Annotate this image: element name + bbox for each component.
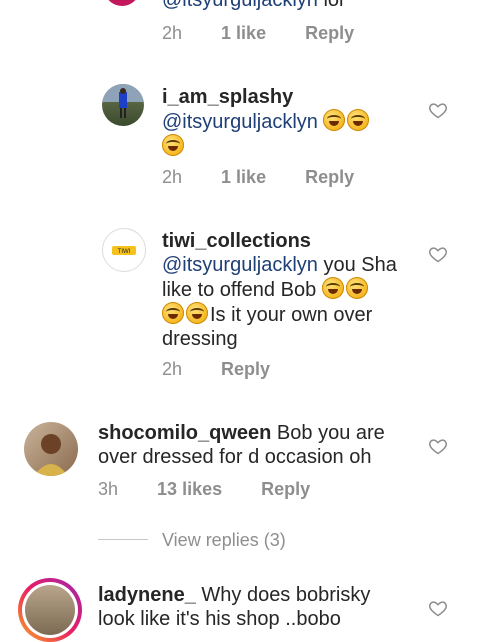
reply-button[interactable]: Reply [305, 167, 354, 187]
laugh-emoji-icon [345, 277, 368, 299]
likes-count[interactable]: 1 like [221, 23, 266, 43]
heart-outline-icon[interactable] [428, 436, 448, 456]
avatar[interactable] [102, 84, 144, 126]
comment-meta: 2h 1 like Reply [162, 23, 388, 44]
comment-item: TIWI tiwi_collections @itsyurguljacklyn … [0, 224, 480, 394]
avatar[interactable]: TIWI [102, 228, 146, 272]
laugh-emoji-icon [162, 302, 184, 324]
timestamp: 2h [162, 167, 183, 187]
story-ring-inner [22, 582, 78, 638]
laugh-emoji-icon [321, 277, 344, 299]
comment-item: shocomilo_qween Bob you are over dressed… [0, 416, 480, 516]
mention-link[interactable]: @itsyurguljacklyn [162, 0, 318, 11]
timestamp: 3h [98, 479, 119, 499]
heart-outline-icon[interactable] [428, 244, 448, 264]
heart-outline-icon[interactable] [428, 598, 448, 618]
timestamp: 2h [162, 23, 183, 43]
mention-link[interactable]: @itsyurguljacklyn [162, 111, 318, 133]
comment-meta: 2h 1 like Reply [162, 167, 388, 188]
comment-body: lol [317, 0, 344, 11]
comment-body: Is it your own over [210, 304, 373, 326]
comment-item: i_am_splashy @itsyurguljacklyn 2h 1 like… [0, 80, 480, 200]
comment-body: you Sha [317, 254, 397, 276]
comment-meta: 3h 13 likes Reply [98, 479, 344, 500]
avatar[interactable] [104, 0, 140, 6]
comment-body: like to offend Bob [162, 279, 317, 301]
avatar-image: TIWI [112, 246, 136, 255]
comment-text: @itsyurguljacklyn lol [162, 0, 344, 12]
comment-item: ladynene_ Why does bobrisky look like it… [0, 578, 480, 642]
reply-button[interactable]: Reply [261, 479, 310, 499]
username[interactable]: i_am_splashy [162, 86, 293, 108]
avatar-image [102, 84, 144, 118]
laugh-emoji-icon [347, 109, 370, 131]
comment-text: tiwi_collections @itsyurguljacklyn you S… [162, 229, 397, 351]
laugh-emoji-icon [162, 134, 184, 156]
replies-divider [98, 539, 148, 540]
timestamp: 2h [162, 359, 183, 379]
laugh-emoji-icon [323, 109, 346, 131]
comment-text: shocomilo_qween Bob you are over dressed… [98, 421, 428, 469]
avatar-image [34, 434, 68, 476]
comment-body: dressing [162, 328, 238, 350]
laugh-emoji-icon [186, 302, 208, 324]
avatar-image [25, 585, 75, 635]
comment-text: i_am_splashy @itsyurguljacklyn [162, 85, 371, 159]
username[interactable]: shocomilo_qween [98, 422, 271, 444]
comment-meta: 2h Reply [162, 359, 304, 380]
username[interactable]: tiwi_collections [162, 230, 311, 252]
comment-item: @itsyurguljacklyn lol 2h 1 like Reply [0, 0, 480, 50]
mention-link[interactable]: @itsyurguljacklyn [162, 254, 318, 276]
likes-count[interactable]: 1 like [221, 167, 266, 187]
likes-count[interactable]: 13 likes [157, 479, 222, 499]
avatar[interactable] [18, 578, 82, 642]
heart-outline-icon[interactable] [428, 100, 448, 120]
username[interactable]: ladynene_ [98, 584, 196, 606]
avatar[interactable] [24, 422, 78, 476]
comment-text: ladynene_ Why does bobrisky look like it… [98, 583, 408, 631]
reply-button[interactable]: Reply [305, 23, 354, 43]
svg-text:TIWI: TIWI [118, 249, 131, 255]
reply-button[interactable]: Reply [221, 359, 270, 379]
view-replies-button[interactable]: View replies (3) [162, 530, 286, 551]
